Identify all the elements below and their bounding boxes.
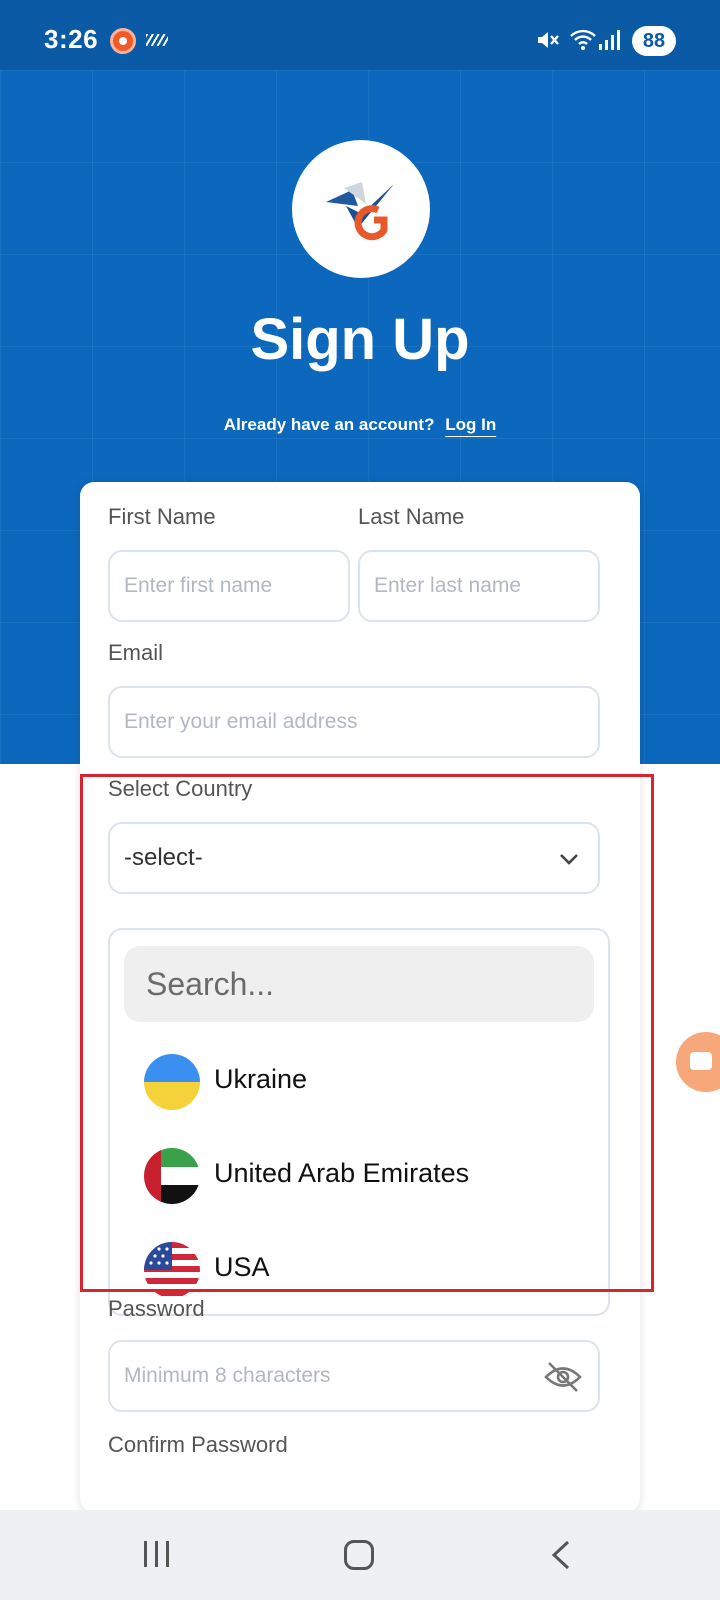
login-prompt-text: Already have an account? (223, 415, 435, 434)
app-logo (292, 140, 430, 278)
signal-stripes-icon (146, 34, 168, 46)
logo-mark-icon (326, 182, 394, 241)
page-title: Sign Up (250, 307, 470, 372)
home-icon[interactable] (344, 1540, 374, 1570)
confirm-password-label: Confirm Password (108, 1432, 288, 1457)
navigation-bar (0, 1510, 720, 1600)
last-name-label: Last Name (358, 504, 465, 529)
screen-record-icon (110, 28, 136, 54)
login-prompt-row: Already have an account? Log In (0, 415, 720, 435)
battery-indicator: 88 (632, 26, 676, 56)
email-label: Email (108, 640, 164, 665)
first-name-field[interactable]: Enter first name (108, 550, 350, 622)
mute-icon (538, 32, 559, 48)
floating-video-button[interactable] (676, 1032, 720, 1092)
status-bar: 3:26 88 (0, 0, 720, 70)
password-placeholder: Minimum 8 characters (124, 1364, 331, 1387)
status-time: 3:26 (44, 24, 99, 54)
highlight-box (80, 774, 654, 1292)
back-icon[interactable] (548, 1540, 574, 1570)
eye-off-icon[interactable] (544, 1360, 582, 1394)
email-field[interactable]: Enter your email address (108, 686, 600, 758)
password-label: Password (108, 1296, 205, 1321)
wifi-icon (570, 29, 596, 50)
password-field[interactable]: Minimum 8 characters (108, 1340, 600, 1412)
first-name-label: First Name (108, 504, 216, 529)
cellular-icon (599, 30, 620, 50)
recent-apps-icon[interactable] (142, 1540, 172, 1568)
login-link[interactable]: Log In (445, 415, 496, 434)
last-name-field[interactable]: Enter last name (358, 550, 600, 622)
